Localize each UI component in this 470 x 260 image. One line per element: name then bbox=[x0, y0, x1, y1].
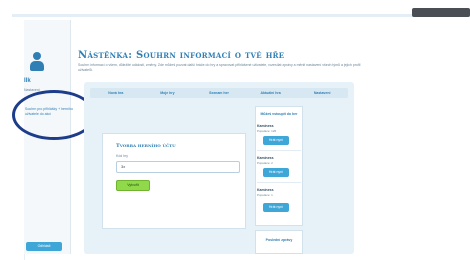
browser-top-bar bbox=[12, 14, 470, 17]
play-button[interactable]: Hrát nyní bbox=[263, 203, 289, 212]
game-players: Populace: 1 bbox=[257, 193, 273, 197]
list-item: Kaminess Populace: 1 Hrát nyní bbox=[257, 188, 301, 212]
page-title: Nástěnka: Souhrn informací o tvé hře bbox=[78, 50, 285, 61]
tab-settings[interactable]: Nastavení bbox=[296, 88, 348, 98]
games-panel-title: Můžeš vstoupit do her bbox=[260, 112, 298, 116]
game-players: Populace: 126 bbox=[257, 129, 277, 133]
tab-new-game[interactable]: Nová hra bbox=[90, 88, 142, 98]
news-panel bbox=[255, 230, 303, 254]
sidebar-user-name: Ilk bbox=[24, 78, 31, 84]
tab-game-list[interactable]: Seznam her bbox=[193, 88, 245, 98]
game-title: Kaminess bbox=[257, 188, 274, 192]
user-icon bbox=[30, 52, 44, 72]
play-button[interactable]: Hrát nyní bbox=[263, 168, 289, 177]
game-code-input[interactable]: 3x bbox=[116, 161, 240, 173]
tab-bar: Nová hra Moje hry Seznam her Aktuální hr… bbox=[90, 88, 348, 98]
list-item: Kaminess Populace: 126 Hrát nyní bbox=[257, 124, 301, 145]
game-title: Kaminess bbox=[257, 124, 274, 128]
logout-button[interactable]: Odhlásit bbox=[26, 242, 62, 251]
divider bbox=[257, 182, 301, 183]
news-panel-title: Poslední zprávy bbox=[265, 238, 293, 242]
list-item: Kaminess Populace: 2 Hrát nyní bbox=[257, 156, 301, 177]
page-description: Souhrn informací o všem, důležité událos… bbox=[78, 63, 361, 72]
tab-my-games[interactable]: Moje hry bbox=[142, 88, 194, 98]
divider bbox=[257, 150, 301, 151]
game-code-label: Kód hry bbox=[116, 154, 129, 158]
window-controls[interactable] bbox=[412, 8, 470, 17]
create-game-button[interactable]: Vytvořit bbox=[116, 180, 150, 191]
game-title: Kaminess bbox=[257, 156, 274, 160]
tab-current-game[interactable]: Aktuální hra bbox=[245, 88, 297, 98]
create-game-heading: Tvorba herního účtu bbox=[116, 143, 176, 149]
game-players: Populace: 2 bbox=[257, 161, 273, 165]
play-button[interactable]: Hrát nyní bbox=[263, 136, 289, 145]
